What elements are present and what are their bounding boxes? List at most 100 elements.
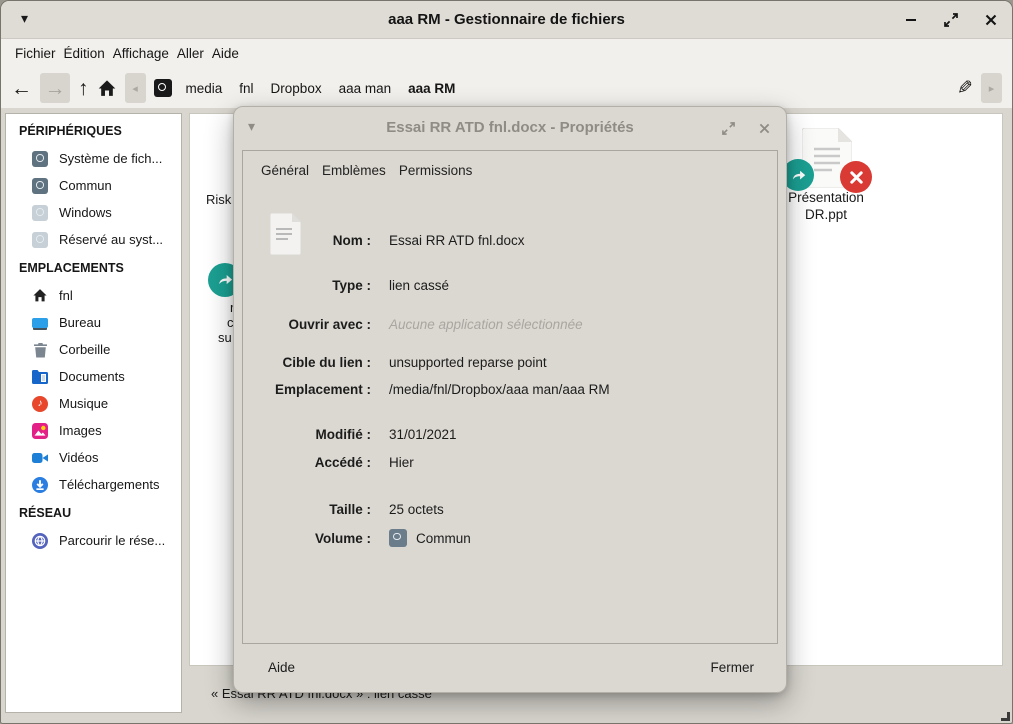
property-row-ouvrir-avec[interactable]: Ouvrir avec : Aucune application sélecti… — [257, 314, 767, 334]
sidebar-item-label: Windows — [59, 205, 112, 220]
drive-icon — [32, 178, 48, 194]
property-value: Hier — [389, 455, 414, 470]
titlebar: ▾ aaa RM - Gestionnaire de fichiers — [1, 1, 1012, 39]
tab-emblemes[interactable]: Emblèmes — [322, 163, 386, 178]
toolbar: ← → ↑ ◂ media fnl Dropbox aaa man aaa RM… — [1, 68, 1012, 108]
property-label: Emplacement : — [257, 382, 371, 397]
breadcrumb-fnl[interactable]: fnl — [239, 81, 253, 96]
sidebar-item-label: Documents — [59, 369, 125, 384]
desktop-icon — [32, 315, 48, 331]
property-value: /media/fnl/Dropbox/aaa man/aaa RM — [389, 382, 610, 397]
breadcrumb-aaa-rm-current[interactable]: aaa RM — [408, 81, 455, 96]
video-camera-icon — [32, 450, 48, 466]
sidebar-item-telechargements[interactable]: Téléchargements — [6, 471, 181, 498]
property-value: 31/01/2021 — [389, 427, 457, 442]
edit-path-pencil-icon[interactable]: ✎ — [957, 77, 973, 100]
menu-fichier[interactable]: Fichier — [15, 44, 56, 63]
resize-grip[interactable] — [1001, 712, 1010, 721]
scroll-path-left-button[interactable]: ◂ — [125, 73, 146, 103]
occluded-file-label-fragment: su — [218, 330, 232, 345]
occluded-file-label-fragment: Risk — [206, 192, 231, 207]
drive-unmounted-icon — [32, 205, 48, 221]
window-title: aaa RM - Gestionnaire de fichiers — [1, 11, 1012, 28]
help-button[interactable]: Aide — [260, 656, 303, 679]
sidebar-item-label: Commun — [59, 178, 112, 193]
sidebar-item-musique[interactable]: ♪ Musique — [6, 390, 181, 417]
home-icon — [32, 288, 48, 304]
sidebar-item-bureau[interactable]: Bureau — [6, 309, 181, 336]
dialog-close-button[interactable] — [759, 123, 770, 134]
property-label: Cible du lien : — [257, 355, 371, 370]
property-label: Taille : — [257, 502, 371, 517]
close-dialog-button[interactable]: Fermer — [703, 656, 763, 679]
back-button[interactable]: ← — [11, 78, 32, 99]
sidebar-item-label: fnl — [59, 288, 73, 303]
sidebar-item-images[interactable]: Images — [6, 417, 181, 444]
sidebar-item-commun[interactable]: Commun — [6, 172, 181, 199]
window-controls — [902, 1, 1000, 39]
menu-edition[interactable]: Édition — [64, 44, 105, 63]
tab-general[interactable]: Général — [261, 163, 309, 178]
breadcrumb-dropbox[interactable]: Dropbox — [271, 81, 322, 96]
menu-aller[interactable]: Aller — [177, 44, 204, 63]
sidebar-item-reserve-au-systeme[interactable]: Réservé au syst... — [6, 226, 181, 253]
music-icon: ♪ — [32, 396, 48, 412]
menubar: Fichier Édition Affichage Aller Aide — [1, 39, 1012, 68]
property-value: 25 octets — [389, 502, 444, 517]
tab-permissions[interactable]: Permissions — [399, 163, 473, 178]
close-button[interactable] — [982, 11, 1000, 29]
menu-affichage[interactable]: Affichage — [113, 44, 169, 63]
current-drive-icon — [154, 79, 172, 97]
sidebar-item-label: Réservé au syst... — [59, 232, 163, 247]
property-value: Commun — [416, 531, 471, 546]
sidebar-item-fnl-home[interactable]: fnl — [6, 282, 181, 309]
images-icon — [32, 423, 48, 439]
sidebar-item-label: Parcourir le rése... — [59, 533, 165, 548]
toolbar-right: ✎ ▸ — [957, 73, 1002, 103]
download-icon — [32, 477, 48, 493]
file-manager-window: ▾ aaa RM - Gestionnaire de fichiers Fich… — [0, 0, 1013, 724]
trash-icon — [32, 342, 48, 358]
sidebar-item-windows[interactable]: Windows — [6, 199, 181, 226]
sidebar-header-reseau: RÉSEAU — [6, 498, 181, 527]
property-row-nom: Nom : Essai RR ATD fnl.docx — [257, 230, 767, 250]
up-button[interactable]: ↑ — [78, 78, 89, 99]
close-icon — [985, 14, 997, 26]
home-icon — [97, 79, 117, 98]
dialog-maximize-button[interactable] — [722, 122, 735, 135]
drive-icon — [32, 151, 48, 167]
open-with-value[interactable]: Aucune application sélectionnée — [389, 317, 583, 332]
forward-button[interactable]: → — [40, 73, 70, 103]
volume-drive-icon — [389, 529, 407, 547]
sidebar-item-parcourir-le-reseau[interactable]: Parcourir le rése... — [6, 527, 181, 554]
documents-folder-icon — [32, 369, 48, 385]
drive-unmounted-icon — [32, 232, 48, 248]
menu-aide[interactable]: Aide — [212, 44, 239, 63]
sidebar-header-peripheriques: PÉRIPHÉRIQUES — [6, 116, 181, 145]
property-label: Type : — [257, 278, 371, 293]
property-row-taille: Taille : 25 octets — [257, 499, 767, 519]
sidebar-item-videos[interactable]: Vidéos — [6, 444, 181, 471]
property-label: Volume : — [257, 531, 371, 546]
home-button[interactable] — [97, 79, 117, 98]
minimize-button[interactable] — [902, 11, 920, 29]
dialog-controls — [722, 107, 770, 149]
maximize-icon — [722, 122, 735, 135]
breadcrumb: media fnl Dropbox aaa man aaa RM — [186, 81, 456, 96]
sidebar-item-corbeille[interactable]: Corbeille — [6, 336, 181, 363]
breadcrumb-aaa-man[interactable]: aaa man — [339, 81, 392, 96]
sidebar-item-label: Images — [59, 423, 102, 438]
dialog-titlebar: ▾ Essai RR ATD fnl.docx - Propriétés — [234, 107, 786, 149]
sidebar-item-label: Téléchargements — [59, 477, 159, 492]
sidebar-item-systeme-de-fichiers[interactable]: Système de fich... — [6, 145, 181, 172]
dialog-title: Essai RR ATD fnl.docx - Propriétés — [234, 119, 786, 136]
sidebar: PÉRIPHÉRIQUES Système de fich... Commun … — [5, 113, 182, 713]
scroll-path-right-button[interactable]: ▸ — [981, 73, 1002, 103]
sidebar-item-label: Bureau — [59, 315, 101, 330]
network-globe-icon — [32, 533, 48, 549]
breadcrumb-media[interactable]: media — [186, 81, 223, 96]
maximize-button[interactable] — [942, 11, 960, 29]
close-icon — [759, 123, 770, 134]
sidebar-item-documents[interactable]: Documents — [6, 363, 181, 390]
property-label: Modifié : — [257, 427, 371, 442]
